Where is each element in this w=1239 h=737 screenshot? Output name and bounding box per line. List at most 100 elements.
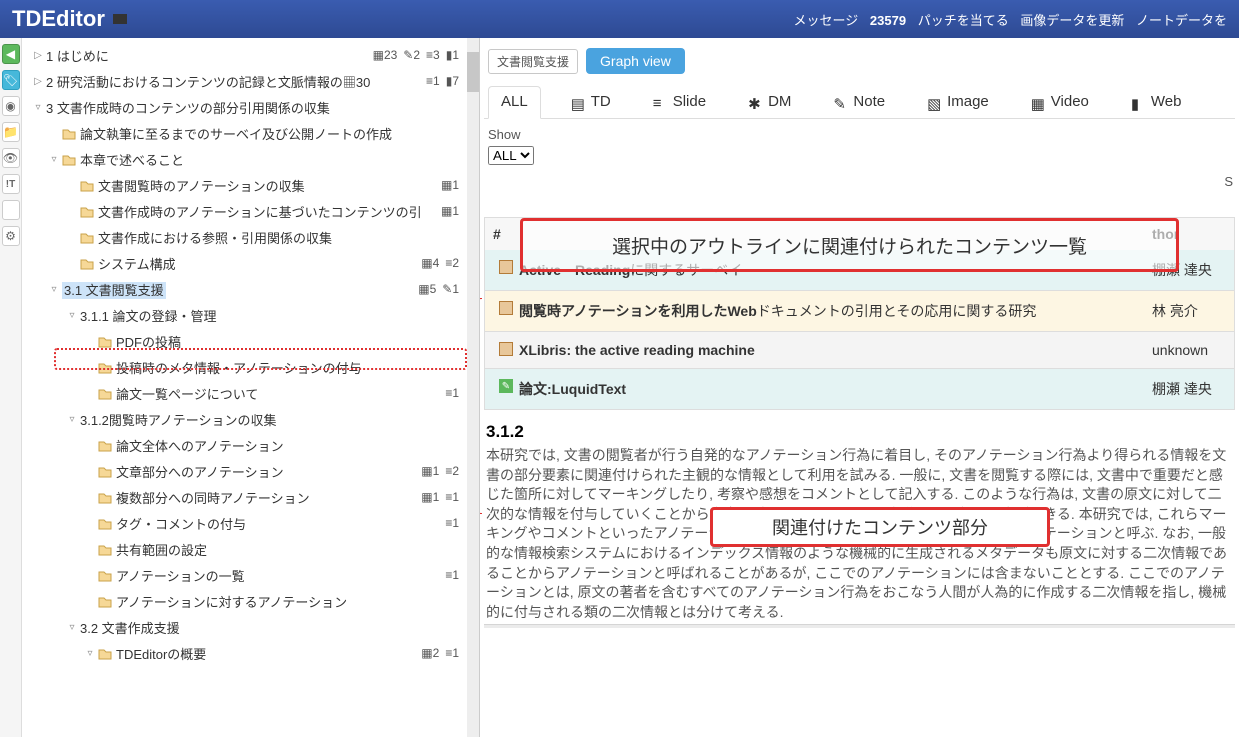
folder-icon (98, 646, 112, 660)
note-icon: ✎ (499, 379, 513, 393)
outline-node[interactable]: ▿3.1 文書閲覧支援▦5✎1 (26, 276, 475, 302)
outline-label: アノテーションに対するアノテーション (116, 592, 347, 611)
update-image-link[interactable]: 画像データを更新 (1020, 13, 1124, 28)
expand-icon[interactable]: ▷ (32, 50, 44, 61)
picture-icon: ▧ (927, 95, 941, 109)
expand-icon[interactable]: ▿ (48, 154, 60, 165)
tab-slide[interactable]: ≡Slide (641, 87, 718, 118)
patch-link[interactable]: パッチを当てる (918, 13, 1009, 28)
outline-node[interactable]: アノテーションに対するアノテーション (26, 588, 475, 614)
side-btn-back-icon[interactable]: ◀ (2, 44, 20, 64)
side-btn-eye-icon[interactable]: ◉ (2, 96, 20, 116)
callout-related-content: 関連付けたコンテンツ部分 (710, 507, 1050, 547)
outline-node[interactable]: 論文一覧ページについて≡1 (26, 380, 475, 406)
breadcrumb[interactable]: 文書閲覧支援 (488, 49, 578, 74)
graph-view-button[interactable]: Graph view (586, 48, 685, 74)
outline-node[interactable]: 論文執筆に至るまでのサーベイ及び公開ノートの作成 (26, 120, 475, 146)
folder-icon (98, 360, 112, 374)
table-row[interactable]: ✎論文:LuquidText棚瀬 達央 (484, 369, 1235, 410)
expand-icon[interactable]: ▿ (66, 414, 78, 425)
outline-node[interactable]: ▿3 文書作成時のコンテンツの部分引用関係の収集 (26, 94, 475, 120)
content-pane: 文書閲覧支援 Graph view ALL ▤TD ≡Slide ✱DM ✎No… (480, 38, 1239, 737)
tab-image[interactable]: ▧Image (915, 87, 1001, 118)
side-btn-gear-icon[interactable]: ⚙ (2, 226, 20, 246)
folder-icon (80, 204, 94, 218)
outline-node[interactable]: 文書閲覧時のアノテーションの収集▦1 (26, 172, 475, 198)
outline-node[interactable]: 論文全体へのアノテーション (26, 432, 475, 458)
expand-icon[interactable]: ▿ (66, 622, 78, 633)
app-title: TDEditor (12, 6, 105, 32)
callout-content-list: 選択中のアウトラインに関連付けられたコンテンツ一覧 (520, 218, 1179, 272)
outline-node[interactable]: ▿3.1.1 論文の登録・管理 (26, 302, 475, 328)
pencil-icon: ✎ (833, 95, 847, 109)
expand-icon[interactable]: ▿ (32, 102, 44, 113)
folder-icon (62, 126, 76, 140)
outline-label: 文章部分へのアノテーション (116, 462, 284, 481)
tab-all[interactable]: ALL (488, 86, 541, 119)
outline-label: 3.1.1 論文の登録・管理 (80, 306, 217, 325)
tab-note[interactable]: ✎Note (821, 87, 897, 118)
outline-node[interactable]: 複数部分への同時アノテーション▦1≡1 (26, 484, 475, 510)
row-author: unknown (1152, 342, 1226, 358)
folder-icon (98, 594, 112, 608)
scrollbar[interactable] (467, 38, 479, 737)
side-btn-text-icon[interactable]: !T (2, 174, 20, 194)
show-label: Show (488, 127, 521, 142)
outline-node[interactable]: アノテーションの一覧≡1 (26, 562, 475, 588)
row-title: 論文:LuquidText (519, 379, 1152, 399)
outline-label: 論文全体へのアノテーション (116, 436, 284, 455)
expand-icon[interactable]: ▷ (32, 76, 44, 87)
tab-td[interactable]: ▤TD (559, 87, 623, 118)
outline-node[interactable]: 文書作成時のアノテーションに基づいたコンテンツの引▦1 (26, 198, 475, 224)
side-toolbar: ◀ 🏷 ◉ 📁 👁 !T ⚙ (0, 38, 22, 737)
table-row[interactable]: 閲覧時アノテーションを利用したWebドキュメントの引用とその応用に関する研究林 … (484, 291, 1235, 332)
asterisk-icon: ✱ (748, 95, 762, 109)
outline-node[interactable]: 共有範囲の設定 (26, 536, 475, 562)
update-note-link[interactable]: ノートデータを (1136, 13, 1227, 28)
side-btn-blank-icon[interactable] (2, 200, 20, 220)
tab-web[interactable]: ▮Web (1119, 87, 1194, 118)
book-icon (499, 260, 513, 274)
outline-label: 論文執筆に至るまでのサーベイ及び公開ノートの作成 (80, 124, 392, 143)
header-right: メッセージ 23579 パッチを当てる 画像データを更新 ノートデータを (790, 10, 1231, 29)
outline-label: タグ・コメントの付与 (116, 514, 246, 533)
outline-pane: ▷1 はじめに▦23✎2≡3▮1▷2 研究活動におけるコンテンツの記録と文脈情報… (22, 38, 480, 737)
tab-video[interactable]: ▦Video (1019, 87, 1101, 118)
show-select[interactable]: ALL (488, 146, 534, 165)
outline-node[interactable]: 文章部分へのアノテーション▦1≡2 (26, 458, 475, 484)
tab-dm[interactable]: ✱DM (736, 87, 803, 118)
outline-node[interactable]: ▷1 はじめに▦23✎2≡3▮1 (26, 42, 475, 68)
outline-node[interactable]: PDFの投稿 (26, 328, 475, 354)
outline-node[interactable]: ▿3.1.2閲覧時アノテーションの収集 (26, 406, 475, 432)
outline-label: 文書作成における参照・引用関係の収集 (98, 228, 332, 247)
outline-label: 複数部分への同時アノテーション (116, 488, 310, 507)
outline-label: 3.1.2閲覧時アノテーションの収集 (80, 410, 276, 429)
folder-icon (98, 516, 112, 530)
outline-node[interactable]: 投稿時のメタ情報・アノテーションの付与 (26, 354, 475, 380)
book-icon (499, 301, 513, 315)
folder-icon (98, 386, 112, 400)
section-heading: 3.1.2 (484, 410, 1235, 446)
outline-node[interactable]: 文書作成における参照・引用関係の収集 (26, 224, 475, 250)
expand-icon[interactable]: ▿ (66, 310, 78, 321)
folder-icon (80, 230, 94, 244)
bookmark-icon: ▮ (1131, 95, 1145, 109)
side-btn-view-icon[interactable]: 👁 (2, 148, 20, 168)
side-btn-folder-icon[interactable]: 📁 (2, 122, 20, 142)
outline-node[interactable]: ▷2 研究活動におけるコンテンツの記録と文脈情報の▦30≡1▮7 (26, 68, 475, 94)
expand-icon[interactable]: ▿ (84, 648, 96, 659)
side-btn-tag-icon[interactable]: 🏷 (2, 70, 20, 90)
outline-node[interactable]: ▿本章で述べること (26, 146, 475, 172)
outline-label: 3 文書作成時のコンテンツの部分引用関係の収集 (46, 98, 330, 117)
outline-node[interactable]: ▿TDEditorの概要▦2≡1 (26, 640, 475, 666)
outline-node[interactable]: タグ・コメントの付与≡1 (26, 510, 475, 536)
outline-node[interactable]: システム構成▦4≡2 (26, 250, 475, 276)
expand-icon[interactable]: ▿ (48, 284, 60, 295)
folder-icon (80, 256, 94, 270)
outline-node[interactable]: ▿3.2 文書作成支援 (26, 614, 475, 640)
book-icon (499, 342, 513, 356)
outline-label: 共有範囲の設定 (116, 540, 207, 559)
table-row[interactable]: XLibris: the active reading machineunkno… (484, 332, 1235, 369)
folder-icon (62, 152, 76, 166)
page-icon: ▤ (571, 95, 585, 109)
